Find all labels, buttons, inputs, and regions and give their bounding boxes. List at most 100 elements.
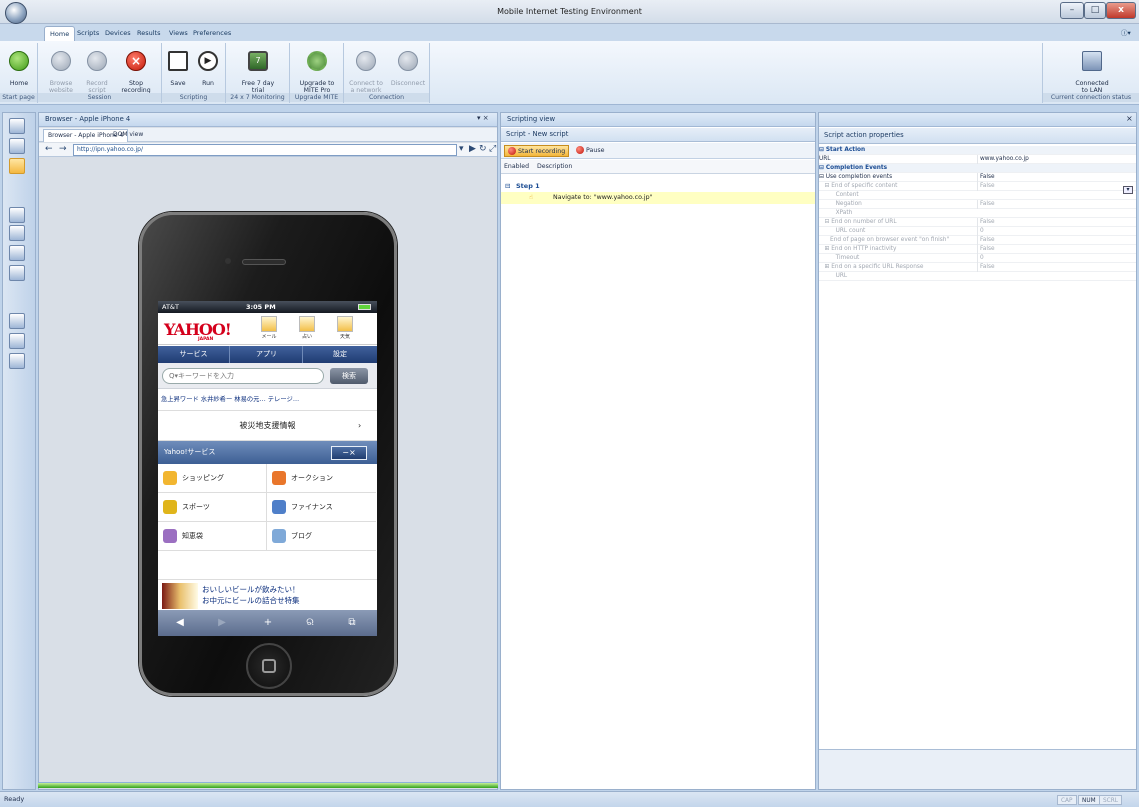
dropdown-icon[interactable]: ▾ bbox=[459, 143, 464, 156]
safari-add-icon[interactable]: + bbox=[248, 610, 288, 636]
free-trial-button[interactable]: 7 Free 7 day trial bbox=[236, 43, 280, 94]
help-menu-icon[interactable]: ⓘ▾ bbox=[1116, 26, 1136, 41]
safari-bookmarks-icon[interactable]: ର bbox=[290, 610, 330, 636]
home-hardware-button[interactable] bbox=[246, 643, 292, 689]
tab-dom-view[interactable]: DOM view bbox=[109, 129, 147, 142]
save-button[interactable]: Save bbox=[166, 43, 190, 87]
connect-network-button[interactable]: Connect to a network bbox=[346, 43, 386, 94]
search-button[interactable]: 検索 bbox=[330, 368, 368, 384]
script-view-icon[interactable] bbox=[9, 138, 25, 154]
maximize-button[interactable]: □ bbox=[1084, 2, 1106, 19]
trending-words[interactable]: 急上昇ワード 水井紗希ー 林易の元… テレージ… bbox=[158, 389, 377, 411]
pause-button[interactable]: Pause bbox=[573, 145, 608, 157]
minimize-button[interactable]: – bbox=[1060, 2, 1084, 19]
service-finance[interactable]: ファイナンス bbox=[267, 493, 376, 522]
property-row[interactable]: End of page on browser event "on finish"… bbox=[819, 236, 1136, 245]
nav-services[interactable]: サービス bbox=[158, 346, 230, 363]
fit-screen-icon[interactable]: ⤢ bbox=[489, 143, 496, 156]
property-name: ⊞ End on a specific URL Response bbox=[819, 264, 924, 270]
nav-settings[interactable]: 設定 bbox=[304, 346, 376, 363]
beer-ad-link[interactable]: おいしいビールが飲みたい！ お中元にビールの詰合せ特集 bbox=[158, 580, 377, 610]
property-row[interactable]: ⊟ End on number of URL False bbox=[819, 218, 1136, 227]
script-step[interactable]: ⊟ Step 1 bbox=[501, 180, 815, 192]
phone-landscape-icon[interactable] bbox=[9, 265, 25, 281]
property-row[interactable]: Timeout 0 bbox=[819, 254, 1136, 263]
go-icon[interactable]: ▶ bbox=[469, 143, 476, 156]
url-field[interactable]: http://ipn.yahoo.co.jp/ bbox=[73, 144, 457, 156]
column-description[interactable]: Description bbox=[537, 160, 572, 173]
property-row[interactable]: ⊞ End on HTTP inactivity False bbox=[819, 245, 1136, 254]
property-value[interactable]: False bbox=[977, 182, 1127, 191]
layout-two-icon[interactable] bbox=[9, 333, 25, 349]
property-value[interactable]: False bbox=[977, 236, 1127, 245]
connection-status: Connected to LAN bbox=[1065, 43, 1119, 94]
property-row[interactable]: ⊟ Start Action bbox=[819, 146, 1136, 155]
phone-portrait-icon[interactable] bbox=[9, 245, 25, 261]
property-row[interactable]: URL count 0 bbox=[819, 227, 1136, 236]
property-value[interactable]: False bbox=[977, 218, 1127, 227]
safari-forward-icon[interactable]: ▶ bbox=[202, 610, 242, 636]
phone-screen[interactable]: AT&T 3:05 PM YAHOO! JAPAN メール 占い 天気 サービス… bbox=[158, 301, 377, 636]
mail-link[interactable]: メール bbox=[260, 316, 278, 342]
stop-recording-button[interactable]: × Stop recording bbox=[118, 43, 154, 94]
property-value[interactable]: False bbox=[977, 245, 1127, 254]
panel-pin-icon[interactable]: ▾ × bbox=[477, 114, 489, 122]
tab-home[interactable]: Home bbox=[44, 26, 76, 41]
home-button[interactable]: Home bbox=[6, 43, 32, 87]
property-row[interactable]: URL www.yahoo.co.jp bbox=[819, 155, 1136, 164]
rotate-left-icon[interactable] bbox=[9, 207, 25, 223]
script-action-row[interactable]: ☝ Navigate to: "www.yahoo.co.jp" bbox=[501, 192, 815, 204]
forward-arrow-icon[interactable]: → bbox=[59, 143, 67, 156]
safari-pages-icon[interactable]: ⧉ bbox=[332, 610, 372, 636]
property-row[interactable]: ⊟ End of specific content False bbox=[819, 182, 1136, 191]
collapse-icon[interactable]: ⊟ bbox=[505, 180, 510, 192]
search-input[interactable]: Q▾キーワードを入力 bbox=[162, 368, 324, 384]
properties-view-icon[interactable] bbox=[9, 158, 25, 174]
refresh-icon[interactable]: ↻ bbox=[479, 143, 487, 156]
service-sports[interactable]: スポーツ bbox=[158, 493, 267, 522]
property-row[interactable]: Content bbox=[819, 191, 1136, 200]
service-blog[interactable]: ブログ bbox=[267, 522, 376, 551]
nav-apps[interactable]: アプリ bbox=[231, 346, 303, 363]
layout-three-icon[interactable] bbox=[9, 353, 25, 369]
record-script-button[interactable]: Record script bbox=[82, 43, 112, 94]
fortune-link[interactable]: 占い bbox=[298, 316, 316, 342]
property-row[interactable]: ⊞ End on a specific URL Response False bbox=[819, 263, 1136, 272]
tab-preferences[interactable]: Preferences bbox=[188, 26, 236, 41]
property-value[interactable]: 0 bbox=[977, 227, 1127, 236]
close-button[interactable]: x bbox=[1106, 2, 1136, 19]
property-row[interactable]: Negation False bbox=[819, 200, 1136, 209]
tab-devices[interactable]: Devices bbox=[100, 26, 136, 41]
property-row[interactable]: XPath bbox=[819, 209, 1136, 218]
back-arrow-icon[interactable]: ← bbox=[45, 143, 53, 156]
property-row[interactable]: ⊟ Use completion events False bbox=[819, 173, 1136, 182]
dropdown-arrow-icon[interactable]: ▾ bbox=[1123, 186, 1133, 194]
service-chiebukuro[interactable]: 知恵袋 bbox=[158, 522, 267, 551]
column-enabled[interactable]: Enabled bbox=[504, 160, 529, 173]
tab-results[interactable]: Results bbox=[132, 26, 165, 41]
layout-one-icon[interactable] bbox=[9, 313, 25, 329]
property-value[interactable]: 0 bbox=[977, 254, 1127, 263]
close-panel-icon[interactable]: × bbox=[1126, 114, 1133, 123]
rotate-right-icon[interactable] bbox=[9, 225, 25, 241]
disaster-info-link[interactable]: 被災地支援情報 › bbox=[158, 411, 377, 441]
property-value[interactable]: www.yahoo.co.jp bbox=[977, 155, 1127, 164]
disconnect-button[interactable]: Disconnect bbox=[388, 43, 428, 87]
service-auction[interactable]: オークション bbox=[267, 464, 376, 493]
weather-link[interactable]: 天気 bbox=[336, 316, 354, 342]
property-row[interactable]: ⊟ Completion Events bbox=[819, 164, 1136, 173]
property-value[interactable]: False bbox=[977, 173, 1127, 182]
collapse-services-button[interactable]: −× bbox=[331, 446, 367, 460]
property-row[interactable]: URL bbox=[819, 272, 1136, 281]
run-button[interactable]: ▶ Run bbox=[196, 43, 220, 87]
service-shopping[interactable]: ショッピング bbox=[158, 464, 267, 493]
upgrade-button[interactable]: Upgrade to MITE Pro bbox=[294, 43, 340, 94]
start-recording-button[interactable]: Start recording bbox=[504, 145, 570, 157]
browse-website-button[interactable]: Browse website bbox=[46, 43, 76, 94]
property-value[interactable]: False bbox=[977, 263, 1127, 272]
property-value[interactable]: False bbox=[977, 200, 1127, 209]
browser-view-icon[interactable] bbox=[9, 118, 25, 134]
safari-back-icon[interactable]: ◀ bbox=[160, 610, 200, 636]
record-dot-icon bbox=[508, 147, 516, 155]
property-name: Content bbox=[819, 192, 859, 198]
